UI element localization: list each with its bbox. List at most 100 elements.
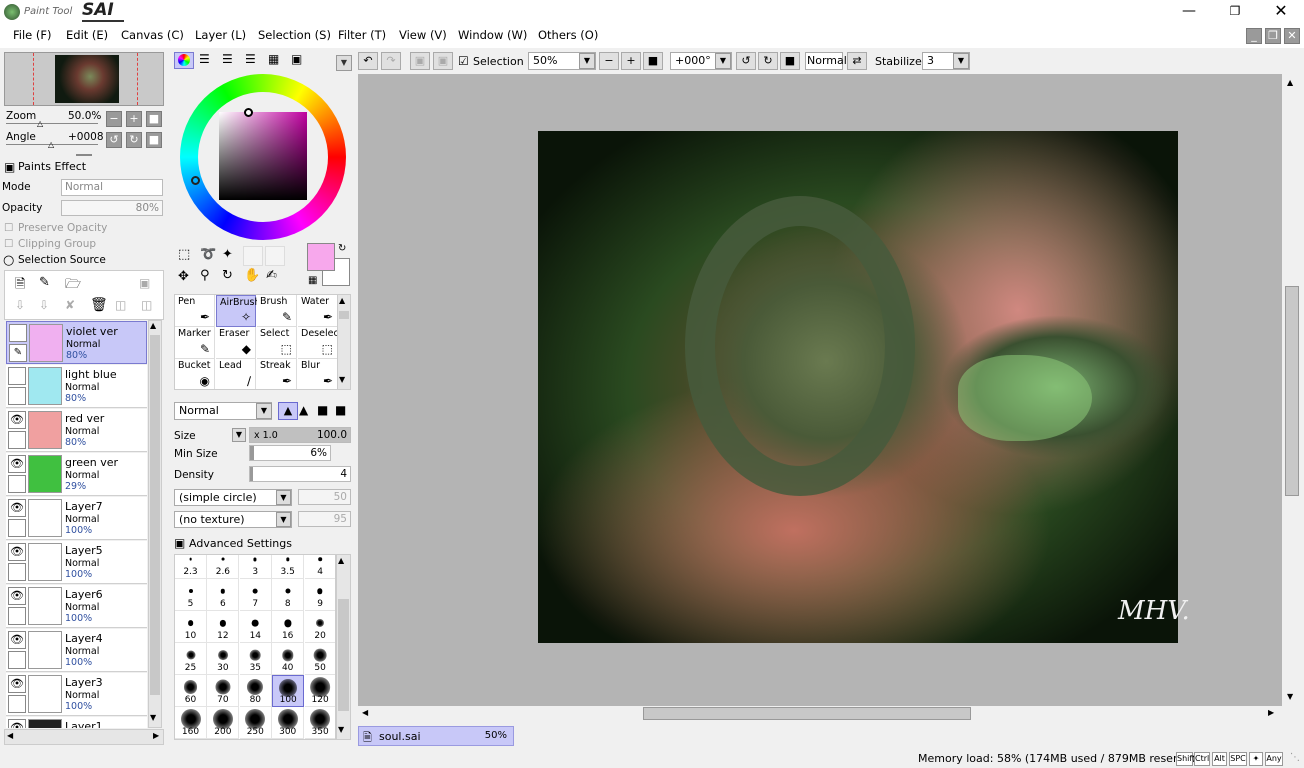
rotate-right-icon[interactable]: ↻: [126, 132, 142, 148]
brush-size-cell[interactable]: 16: [272, 611, 305, 643]
mdi-close-icon[interactable]: ✕: [1284, 28, 1300, 44]
lock-toggle[interactable]: [8, 519, 26, 537]
magic-wand-icon[interactable]: ✦: [222, 247, 233, 262]
brush-size-cell[interactable]: 2.6: [207, 555, 240, 579]
brush-size-cell[interactable]: 10: [175, 611, 207, 643]
tb-zoom-in-icon[interactable]: +: [621, 52, 641, 70]
navigator-thumbnail[interactable]: [4, 52, 164, 106]
clipping-group-checkbox[interactable]: ☐: [4, 238, 13, 250]
eye-icon[interactable]: 👁: [8, 411, 26, 429]
canvas-vscroll[interactable]: ▲ ▼: [1282, 74, 1302, 706]
layer-row[interactable]: 👁 Layer5 Normal 100%: [6, 541, 147, 584]
size-multiplier-icon[interactable]: ▼: [232, 428, 246, 442]
brush-size-cell[interactable]: 70: [207, 675, 240, 707]
rotate-reset-icon[interactable]: ■: [146, 132, 162, 148]
new-pen-layer-icon[interactable]: ✎: [39, 275, 50, 290]
layer-row[interactable]: 👁 Layer3 Normal 100%: [6, 673, 147, 716]
panel-splitter[interactable]: [76, 154, 92, 156]
primary-color-swatch[interactable]: [307, 243, 335, 271]
tool-water[interactable]: Water ✒: [298, 295, 337, 327]
brush-size-cell[interactable]: 120: [304, 675, 335, 707]
resize-grip-icon[interactable]: ⋱: [1290, 752, 1300, 763]
eye-icon[interactable]: 👁: [8, 455, 26, 473]
brush-grid-scrollbar[interactable]: ▲ ▼: [336, 554, 351, 740]
panel-menu-icon[interactable]: ▼: [336, 55, 352, 71]
brush-size-cell[interactable]: 3: [239, 555, 272, 579]
zoom-slider-thumb[interactable]: △: [37, 119, 43, 128]
brush-size-cell[interactable]: 300: [272, 707, 305, 739]
eye-icon[interactable]: [9, 324, 27, 342]
deselect-tb-icon[interactable]: ▣: [410, 52, 430, 70]
tool-eraser[interactable]: Eraser ◆: [216, 327, 256, 359]
min-size-slider[interactable]: 6%: [249, 445, 331, 461]
menu-filter[interactable]: Filter (T): [338, 28, 386, 42]
tool-deselect[interactable]: Deselect ⬚: [298, 327, 337, 359]
layer-row[interactable]: 👁 green ver Normal 29%: [6, 453, 147, 496]
tool-blur[interactable]: Blur ✒: [298, 359, 337, 389]
clear-layer-icon[interactable]: ✘: [65, 298, 75, 312]
merge-down-icon[interactable]: ⇩: [39, 298, 49, 312]
mdi-minimize-icon[interactable]: _: [1246, 28, 1262, 44]
scroll-up-icon[interactable]: ▲: [150, 321, 156, 330]
view-mode-select[interactable]: Normal: [805, 52, 847, 70]
user-color-tab-icon[interactable]: ▣: [291, 52, 302, 66]
layer-hscroll[interactable]: ◀ ▶: [4, 729, 164, 745]
rect-select-icon[interactable]: ⬚: [178, 247, 190, 262]
undo-icon[interactable]: ↶: [358, 52, 378, 70]
color-wheel-tab[interactable]: [174, 52, 194, 69]
brush-size-cell[interactable]: 5: [175, 579, 207, 611]
move-icon[interactable]: ✥: [178, 269, 189, 284]
transfer-down-icon[interactable]: ⇩: [15, 298, 25, 312]
transparent-color-icon[interactable]: ▦: [308, 275, 317, 286]
eye-icon[interactable]: 👁: [8, 587, 26, 605]
brush-size-cell[interactable]: 20: [304, 611, 335, 643]
rgb-slider-tab-icon[interactable]: ☰: [199, 52, 210, 66]
expand-icon[interactable]: ▣: [4, 160, 15, 174]
canvas-hscroll-thumb[interactable]: [643, 707, 971, 720]
redo-icon[interactable]: ↷: [381, 52, 401, 70]
eye-icon[interactable]: 👁: [8, 675, 26, 693]
brush-shape-strength[interactable]: 50: [298, 489, 351, 505]
brush-size-cell[interactable]: 9: [304, 579, 335, 611]
pen-edit-icon[interactable]: ✎: [9, 344, 27, 362]
brush-texture-strength[interactable]: 95: [298, 511, 351, 527]
eye-icon[interactable]: [8, 367, 26, 385]
scroll-down-icon[interactable]: ▼: [150, 713, 156, 722]
density-slider[interactable]: 4: [249, 466, 351, 482]
lock-toggle[interactable]: [8, 651, 26, 669]
layer-row[interactable]: 👁 Layer7 Normal 100%: [6, 497, 147, 540]
menu-edit[interactable]: Edit (E): [66, 28, 108, 42]
new-folder-icon[interactable]: 🗁: [65, 275, 81, 297]
layer-row[interactable]: light blue Normal 80%: [6, 365, 147, 408]
tool-pen[interactable]: Pen ✒: [175, 295, 215, 327]
tb-zoom-reset-icon[interactable]: ■: [643, 52, 663, 70]
scroll-right-icon[interactable]: ▶: [1268, 708, 1274, 717]
layer-row[interactable]: 👁 red ver Normal 80%: [6, 409, 147, 452]
maximize-icon[interactable]: ❐: [1212, 0, 1258, 24]
scroll-left-icon[interactable]: ◀: [7, 731, 13, 740]
brush-shape-select[interactable]: (simple circle): [174, 489, 292, 506]
brush-size-cell[interactable]: 250: [239, 707, 272, 739]
new-layer-icon[interactable]: 🗎: [15, 275, 25, 297]
brush-shape-soft-icon[interactable]: ▲: [299, 403, 308, 417]
brush-size-cell[interactable]: 12: [207, 611, 240, 643]
swap-colors-icon[interactable]: ↻: [338, 243, 346, 254]
brush-size-cell[interactable]: 4: [304, 555, 335, 579]
lock-toggle[interactable]: [8, 431, 26, 449]
preserve-opacity-checkbox[interactable]: ☐: [4, 222, 13, 234]
chevron-down-icon[interactable]: ▼: [953, 53, 969, 69]
menu-view[interactable]: View (V): [399, 28, 447, 42]
scroll-down-icon[interactable]: ▼: [1287, 692, 1293, 701]
tool-lead[interactable]: Lead ∕: [216, 359, 256, 389]
scratchpad-tab-icon[interactable]: ▦: [268, 52, 279, 66]
zoom-slider[interactable]: [6, 123, 98, 124]
angle-slider-thumb[interactable]: △: [48, 140, 54, 149]
lasso-icon[interactable]: ➰: [200, 247, 216, 262]
menu-canvas[interactable]: Canvas (C): [121, 28, 184, 42]
hsv-slider-tab-icon[interactable]: ☰: [222, 52, 233, 66]
document-tab[interactable]: 🗎 soul.sai 50%: [358, 726, 514, 746]
tb-zoom-out-icon[interactable]: −: [599, 52, 619, 70]
scroll-down-icon[interactable]: ▼: [338, 725, 344, 734]
expand-icon[interactable]: ▣: [174, 536, 185, 550]
close-icon[interactable]: ✕: [1258, 0, 1304, 24]
